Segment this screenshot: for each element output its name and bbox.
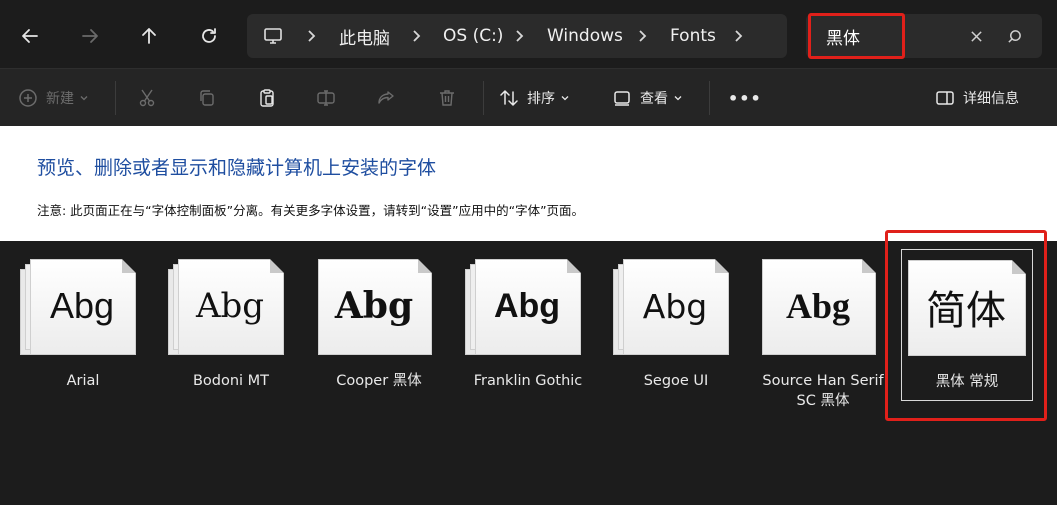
- chevron-right-icon[interactable]: [412, 14, 422, 58]
- sort-label: 排序: [527, 91, 555, 107]
- font-tile-arial[interactable]: Abg Arial: [18, 249, 148, 409]
- chevron-down-icon: [561, 96, 569, 101]
- search-button[interactable]: [1004, 26, 1024, 46]
- font-sample: Abg: [785, 286, 851, 326]
- delete-button[interactable]: [437, 69, 457, 127]
- rename-icon: [317, 90, 335, 106]
- font-file-icon: Abg: [613, 259, 729, 355]
- new-button[interactable]: 新建: [18, 69, 88, 127]
- font-tile-source-han-serif[interactable]: Abg Source Han Serif SC 黑体: [758, 249, 888, 409]
- search-highlight-box: [808, 13, 905, 59]
- sort-button[interactable]: 排序: [499, 69, 569, 127]
- chevron-right-icon[interactable]: [307, 14, 317, 58]
- chevron-down-icon: [674, 96, 682, 101]
- refresh-button[interactable]: [189, 16, 229, 56]
- chevron-right-icon[interactable]: [638, 14, 648, 58]
- details-pane-button[interactable]: 详细信息: [935, 69, 1019, 127]
- fonts-header: 预览、删除或者显示和隐藏计算机上安装的字体 注意: 此页面正在与“字体控制面板”…: [0, 126, 1057, 241]
- copy-button[interactable]: [197, 69, 217, 127]
- sort-icon: [500, 90, 518, 106]
- font-sample: Abg: [49, 285, 115, 326]
- chevron-down-icon: [80, 96, 88, 101]
- font-tile-cooper[interactable]: Abg Cooper 黑体: [314, 249, 444, 409]
- breadcrumb-windows[interactable]: Windows: [547, 14, 623, 58]
- view-label: 查看: [640, 91, 668, 107]
- font-sample: Abg: [195, 286, 265, 326]
- font-name: Franklin Gothic: [473, 373, 583, 389]
- arrow-up-icon: [142, 28, 156, 44]
- rename-button[interactable]: [316, 69, 336, 127]
- share-button[interactable]: [376, 69, 396, 127]
- scissors-icon: [139, 89, 155, 107]
- arrow-right-icon: [82, 29, 98, 43]
- clipboard-icon: [260, 89, 274, 107]
- font-tile-segoe-ui[interactable]: Abg Segoe UI: [611, 249, 741, 409]
- breadcrumb-fonts[interactable]: Fonts: [670, 14, 716, 58]
- selected-font-highlight-box: [885, 230, 1047, 421]
- clear-search-button[interactable]: [966, 26, 986, 46]
- divider: [709, 81, 710, 115]
- breadcrumb-this-pc[interactable]: 此电脑: [339, 14, 390, 58]
- font-tile-franklin-gothic[interactable]: Abg Franklin Gothic: [463, 249, 593, 409]
- font-name: Segoe UI: [643, 373, 709, 389]
- font-sample: Abg: [334, 285, 414, 327]
- font-sample: Abg: [642, 286, 708, 326]
- new-label: 新建: [46, 91, 74, 107]
- view-button[interactable]: 查看: [612, 69, 682, 127]
- navigation-bar: 此电脑 OS (C:) Windows Fonts 黑体: [0, 0, 1057, 68]
- font-file-icon: Abg: [20, 259, 136, 355]
- close-icon: [970, 30, 982, 42]
- page-title: 预览、删除或者显示和隐藏计算机上安装的字体: [37, 157, 437, 179]
- paste-button[interactable]: [257, 69, 277, 127]
- refresh-icon: [202, 28, 216, 43]
- font-file-icon: Abg: [316, 259, 432, 355]
- more-options-button[interactable]: •••: [728, 69, 762, 127]
- forward-button[interactable]: [70, 16, 110, 56]
- back-button[interactable]: [10, 16, 50, 56]
- plus-circle-icon: [19, 89, 37, 107]
- font-file-icon: Abg: [168, 259, 284, 355]
- up-button[interactable]: [129, 16, 169, 56]
- divider: [483, 81, 484, 115]
- share-icon: [378, 91, 394, 104]
- divider: [115, 81, 116, 115]
- search-icon: [1007, 29, 1021, 43]
- copy-icon: [200, 90, 214, 106]
- chevron-right-icon[interactable]: [515, 14, 525, 58]
- font-name: Source Han Serif SC 黑体: [762, 373, 884, 409]
- page-note: 注意: 此页面正在与“字体控制面板”分离。有关更多字体设置，请转到“设置”应用中…: [37, 203, 585, 218]
- font-file-icon: Abg: [465, 259, 581, 355]
- address-bar[interactable]: 此电脑 OS (C:) Windows Fonts: [247, 14, 787, 58]
- font-name: Cooper 黑体: [336, 373, 422, 389]
- details-label: 详细信息: [963, 91, 1019, 107]
- font-file-icon: Abg: [760, 259, 876, 355]
- font-tile-bodoni-mt[interactable]: Abg Bodoni MT: [166, 249, 296, 409]
- trash-icon: [440, 90, 454, 106]
- details-pane-icon: [936, 91, 954, 105]
- cut-button[interactable]: [137, 69, 157, 127]
- view-icon: [614, 91, 630, 106]
- font-name: Bodoni MT: [192, 373, 270, 389]
- breadcrumb-os-c[interactable]: OS (C:): [443, 14, 503, 58]
- font-sample: Abg: [493, 286, 561, 325]
- this-pc-icon[interactable]: [263, 14, 283, 58]
- command-bar: 新建 排序 查看 ••• 详细信息: [0, 68, 1057, 127]
- font-name: Arial: [66, 373, 100, 389]
- chevron-right-icon[interactable]: [734, 14, 744, 58]
- arrow-left-icon: [22, 29, 38, 43]
